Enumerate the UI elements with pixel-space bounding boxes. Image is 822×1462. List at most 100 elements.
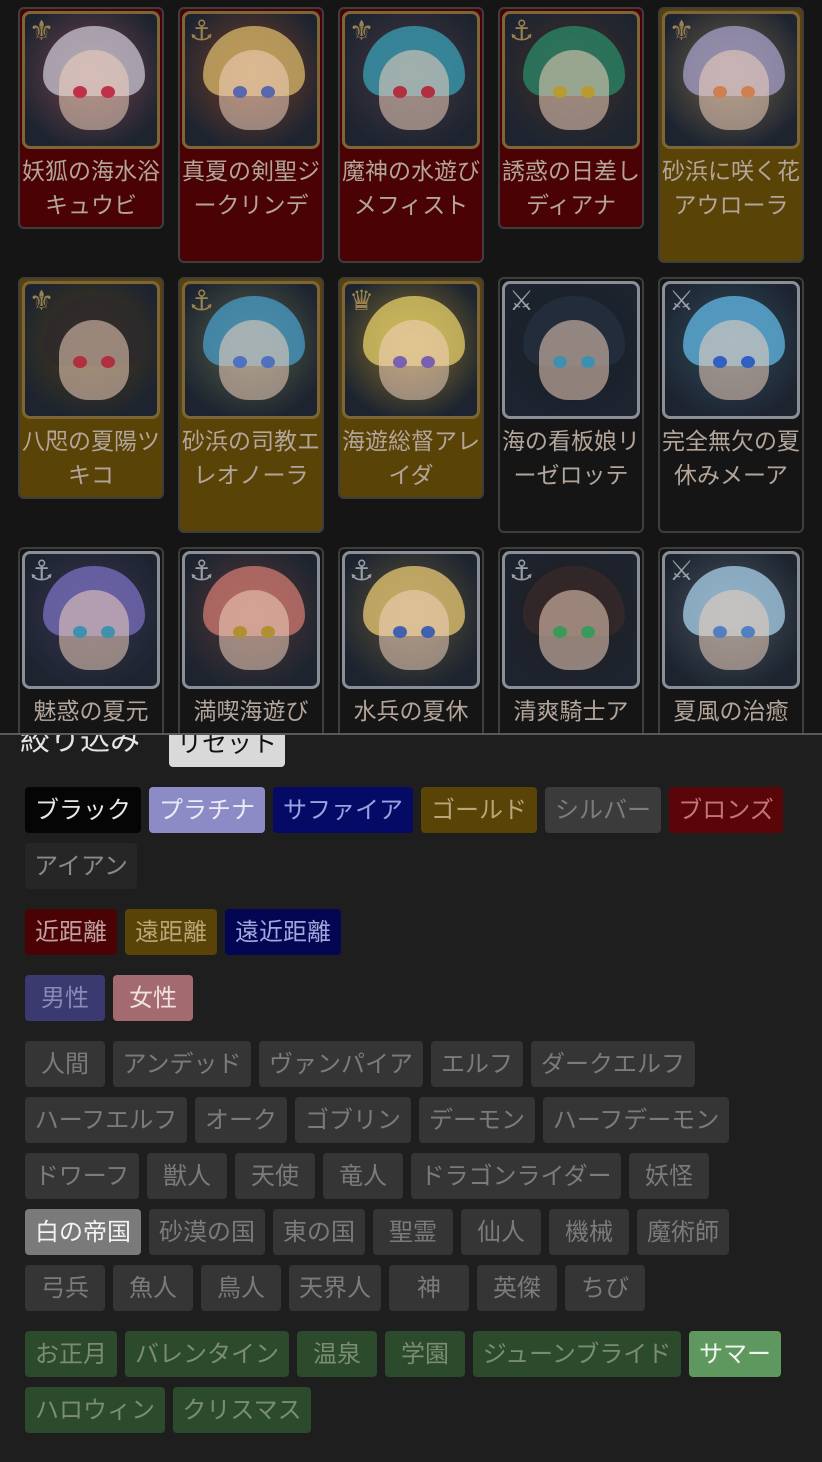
character-card[interactable]: ⚓ 清爽騎士ア: [498, 547, 644, 733]
race-chip[interactable]: 人間: [25, 1041, 105, 1087]
reset-button[interactable]: リセット: [169, 735, 285, 767]
event-chip[interactable]: ハロウィン: [25, 1387, 165, 1433]
character-portrait: ♛: [342, 281, 480, 419]
race-chip[interactable]: 機械: [549, 1209, 629, 1255]
class-emblem-icon: ⚓: [509, 14, 535, 47]
portrait-face: [539, 50, 609, 130]
event-chip[interactable]: 学園: [385, 1331, 465, 1377]
event-chip[interactable]: クリスマス: [173, 1387, 311, 1433]
class-emblem-icon: ⚔: [669, 284, 695, 317]
portrait-eye: [261, 86, 275, 98]
race-chip[interactable]: 天使: [235, 1153, 315, 1199]
race-chip[interactable]: ドワーフ: [25, 1153, 139, 1199]
character-portrait: ⚜: [342, 11, 480, 149]
character-card[interactable]: ⚜ 魔神の水遊びメフィスト: [338, 7, 484, 263]
class-emblem-icon: ⚓: [189, 284, 215, 317]
portrait-eye: [393, 356, 407, 368]
race-chip[interactable]: ドラゴンライダー: [411, 1153, 621, 1199]
race-chip[interactable]: 東の国: [273, 1209, 365, 1255]
class-emblem-icon: ⚓: [509, 554, 535, 587]
range-chip[interactable]: 近距離: [25, 909, 117, 955]
rarity-chip[interactable]: ブロンズ: [669, 787, 783, 833]
race-chip[interactable]: 竜人: [323, 1153, 403, 1199]
gender-chip[interactable]: 男性: [25, 975, 105, 1021]
class-emblem-icon: ⚜: [349, 14, 375, 47]
class-emblem-icon: ⚔: [509, 284, 535, 317]
race-chip[interactable]: 魚人: [113, 1265, 193, 1311]
character-card[interactable]: ♛ 海遊総督アレイダ: [338, 277, 484, 499]
character-card[interactable]: ⚓ 砂浜の司教エレオノーラ: [178, 277, 324, 533]
race-chip[interactable]: 天界人: [289, 1265, 381, 1311]
character-card[interactable]: ⚔ 夏風の治癒: [658, 547, 804, 733]
event-chip[interactable]: バレンタイン: [125, 1331, 289, 1377]
character-portrait: ⚜: [22, 281, 160, 419]
portrait-eye: [233, 86, 247, 98]
race-chip[interactable]: 聖霊: [373, 1209, 453, 1255]
race-chip[interactable]: 白の帝国: [25, 1209, 141, 1255]
character-name: 真夏の剣聖ジークリンデ: [182, 159, 320, 219]
class-emblem-icon: ⚓: [189, 14, 215, 47]
race-chip[interactable]: 弓兵: [25, 1265, 105, 1311]
class-emblem-icon: ⚜: [29, 284, 55, 317]
portrait-face: [379, 320, 449, 400]
portrait-eye: [101, 626, 115, 638]
character-card[interactable]: ⚓ 魅惑の夏元: [18, 547, 164, 733]
portrait-eye: [73, 356, 87, 368]
range-chip[interactable]: 遠近距離: [225, 909, 341, 955]
range-chip[interactable]: 遠距離: [125, 909, 217, 955]
race-chip[interactable]: 魔術師: [637, 1209, 729, 1255]
race-chip[interactable]: ヴァンパイア: [259, 1041, 423, 1087]
character-portrait: ⚓: [502, 551, 640, 689]
rarity-chip[interactable]: プラチナ: [149, 787, 265, 833]
race-chip[interactable]: 妖怪: [629, 1153, 709, 1199]
race-chip[interactable]: ハーフデーモン: [543, 1097, 729, 1143]
portrait-face: [59, 590, 129, 670]
character-card[interactable]: ⚜ 砂浜に咲く花アウローラ: [658, 7, 804, 263]
portrait-eye: [741, 86, 755, 98]
portrait-face: [699, 590, 769, 670]
event-chip[interactable]: ジューンブライド: [473, 1331, 681, 1377]
race-chip[interactable]: 神: [389, 1265, 469, 1311]
character-card[interactable]: ⚓ 誘惑の日差しディアナ: [498, 7, 644, 229]
race-chip[interactable]: デーモン: [419, 1097, 535, 1143]
character-card[interactable]: ⚔ 完全無欠の夏休みメーア: [658, 277, 804, 533]
rarity-chip[interactable]: シルバー: [545, 787, 661, 833]
portrait-eye: [393, 86, 407, 98]
race-chip[interactable]: ハーフエルフ: [25, 1097, 187, 1143]
race-chip[interactable]: ダークエルフ: [531, 1041, 695, 1087]
race-chip[interactable]: 仙人: [461, 1209, 541, 1255]
rarity-chip[interactable]: ゴールド: [421, 787, 537, 833]
race-chip[interactable]: オーク: [195, 1097, 287, 1143]
character-portrait: ⚓: [182, 11, 320, 149]
class-emblem-icon: ⚓: [189, 554, 215, 587]
portrait-face: [539, 320, 609, 400]
character-card[interactable]: ⚔ 海の看板娘リーゼロッテ: [498, 277, 644, 533]
race-chip[interactable]: 英傑: [477, 1265, 557, 1311]
event-chip[interactable]: サマー: [689, 1331, 781, 1377]
character-card[interactable]: ⚓ 満喫海遊び: [178, 547, 324, 733]
rarity-chip[interactable]: ブラック: [25, 787, 141, 833]
character-name: 八咫の夏陽ツキコ: [22, 429, 160, 489]
character-card[interactable]: ⚜ 八咫の夏陽ツキコ: [18, 277, 164, 499]
event-chip[interactable]: お正月: [25, 1331, 117, 1377]
event-chip[interactable]: 温泉: [297, 1331, 377, 1377]
portrait-eye: [261, 356, 275, 368]
race-chip[interactable]: ちび: [565, 1265, 645, 1311]
filter-panel: 絞り込み リセット ブラック プラチナ サファイア ゴールド シルバー ブロンズ アイアン近…: [0, 733, 822, 1462]
character-card[interactable]: ⚓ 水兵の夏休: [338, 547, 484, 733]
character-card[interactable]: ⚓ 真夏の剣聖ジークリンデ: [178, 7, 324, 263]
race-chip[interactable]: アンデッド: [113, 1041, 251, 1087]
gender-chip[interactable]: 女性: [113, 975, 193, 1021]
race-chip[interactable]: 鳥人: [201, 1265, 281, 1311]
race-chip[interactable]: 獣人: [147, 1153, 227, 1199]
character-portrait: ⚓: [502, 11, 640, 149]
race-chip[interactable]: ゴブリン: [295, 1097, 411, 1143]
character-card[interactable]: ⚜ 妖狐の海水浴キュウビ: [18, 7, 164, 229]
class-emblem-icon: ♛: [349, 284, 375, 317]
race-chip[interactable]: エルフ: [431, 1041, 523, 1087]
portrait-eye: [581, 356, 595, 368]
race-chip[interactable]: 砂漠の国: [149, 1209, 265, 1255]
rarity-chip[interactable]: サファイア: [273, 787, 413, 833]
rarity-chip[interactable]: アイアン: [25, 843, 137, 889]
portrait-eye: [713, 86, 727, 98]
